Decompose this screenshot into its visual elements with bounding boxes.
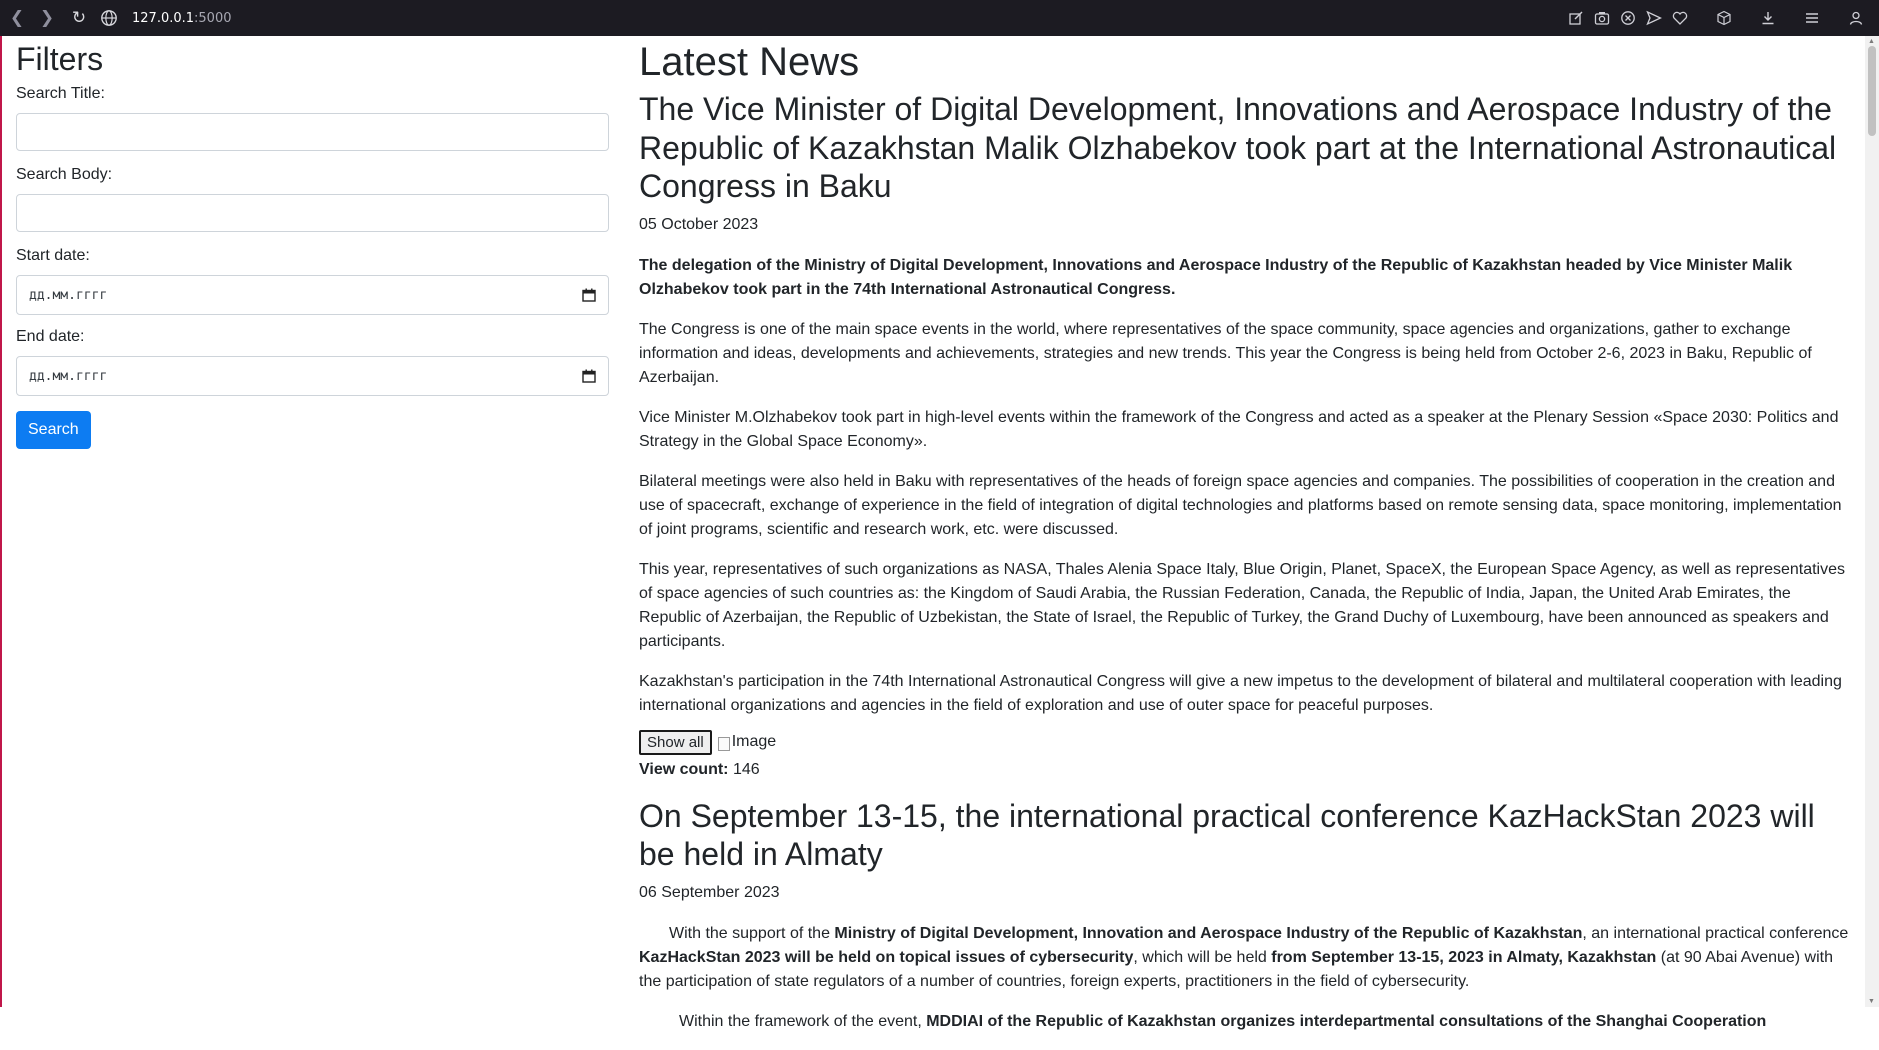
edit-icon[interactable]: [1567, 9, 1585, 27]
start-date-label: Start date:: [16, 247, 90, 265]
article-title: On September 13-15, the international pr…: [639, 797, 1815, 873]
article-paragraph: Within the framework of the event, MDDIA…: [679, 1012, 1767, 1030]
download-icon[interactable]: [1759, 9, 1777, 27]
image-alt-text: Image: [731, 733, 777, 750]
filters-heading: Filters: [16, 41, 104, 77]
calendar-icon[interactable]: [582, 369, 596, 384]
search-title-input[interactable]: [16, 113, 609, 152]
article-paragraph: Kazakhstan's participation in the 74th I…: [639, 672, 1842, 714]
article-date: 06 September 2023: [639, 883, 780, 901]
search-body-input[interactable]: [16, 194, 609, 233]
scroll-up-icon[interactable]: ▲: [1868, 38, 1875, 45]
end-date-label: End date:: [16, 328, 85, 346]
close-circle-icon[interactable]: [1619, 9, 1637, 27]
search-body-label: Search Body:: [16, 166, 113, 184]
article-image: Image: [717, 733, 777, 751]
article-paragraph: The Congress is one of the main space ev…: [639, 320, 1812, 386]
page-scrollbar[interactable]: ▲ ▼: [1865, 36, 1879, 1007]
globe-icon: [101, 10, 117, 26]
send-icon[interactable]: [1645, 9, 1663, 27]
filters-sidebar: Filters Search Title: Search Body: Start…: [16, 36, 610, 449]
view-count-value: 146: [732, 760, 760, 778]
article-paragraph: This year, representatives of such organ…: [639, 560, 1846, 650]
heart-icon[interactable]: [1671, 9, 1689, 27]
broken-image-icon: [717, 737, 730, 751]
article-paragraph: Vice Minister M.Olzhabekov took part in …: [639, 408, 1839, 450]
show-all-button[interactable]: Show all: [639, 729, 712, 755]
forward-icon[interactable]: ❯: [30, 0, 64, 36]
scroll-down-icon[interactable]: ▼: [1868, 998, 1875, 1005]
article-paragraph: With the support of the Ministry of Digi…: [639, 924, 1849, 990]
start-date-input[interactable]: дд.мм.гггг: [16, 275, 609, 316]
menu-icon[interactable]: [1803, 9, 1821, 27]
article-title: The Vice Minister of Digital Development…: [639, 91, 1837, 204]
article-paragraph: Bilateral meetings were also held in Bak…: [639, 472, 1842, 538]
article: The Vice Minister of Digital Development…: [639, 90, 1854, 779]
back-icon[interactable]: ❮: [0, 0, 34, 36]
end-date-input[interactable]: дд.мм.гггг: [16, 356, 609, 397]
news-main: Latest News The Vice Minister of Digital…: [639, 36, 1854, 1050]
scroll-thumb[interactable]: [1868, 46, 1876, 136]
end-date-placeholder: дд.мм.гггг: [29, 368, 108, 384]
search-button[interactable]: Search: [16, 411, 91, 449]
latest-news-heading: Latest News: [639, 40, 860, 84]
address-bar[interactable]: 127.0.0.1:5000: [100, 0, 232, 36]
start-date-placeholder: дд.мм.гггг: [29, 287, 108, 303]
article: On September 13-15, the international pr…: [639, 797, 1854, 1034]
calendar-icon[interactable]: [582, 288, 596, 303]
article-lead: The delegation of the Ministry of Digita…: [639, 256, 1793, 298]
reload-icon[interactable]: ↻: [62, 0, 96, 36]
cube-icon[interactable]: [1715, 9, 1733, 27]
profile-icon[interactable]: [1847, 9, 1865, 27]
page: Filters Search Title: Search Body: Start…: [0, 36, 1879, 1030]
camera-icon[interactable]: [1593, 9, 1611, 27]
view-count-label: View count:: [639, 760, 729, 778]
view-count: View count: 146: [639, 761, 1854, 779]
article-date: 05 October 2023: [639, 215, 759, 233]
url-text: 127.0.0.1:5000: [132, 10, 232, 26]
search-title-label: Search Title:: [16, 85, 105, 103]
browser-toolbar: ❮ ❯ ↻ 127.0.0.1:5000: [0, 0, 1879, 36]
